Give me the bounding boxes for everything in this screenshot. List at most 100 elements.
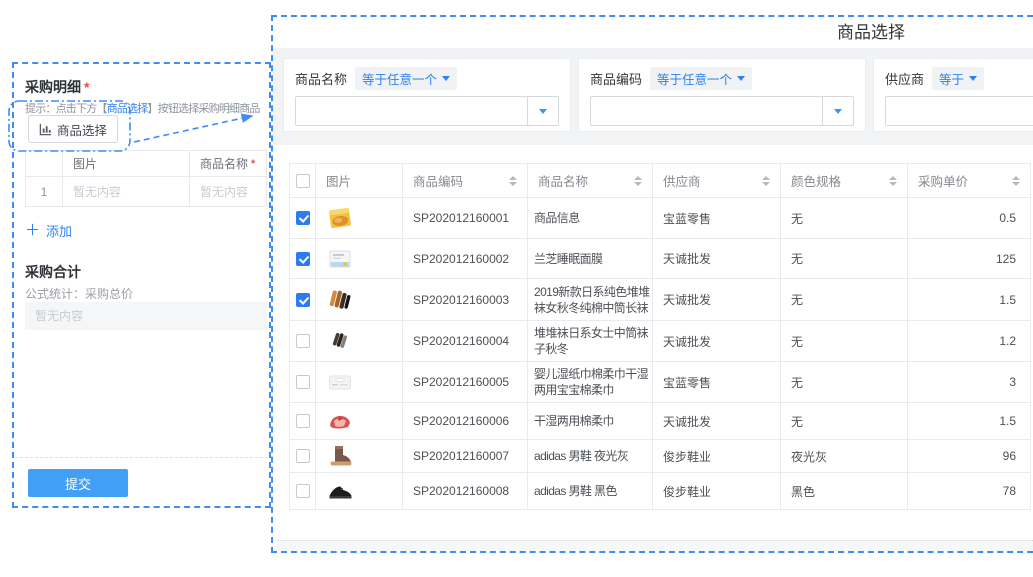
row-checkbox[interactable] <box>296 375 310 389</box>
price-cell: 3 <box>908 362 1031 403</box>
table-row[interactable]: SP202012160006干湿两用棉柔巾天诚批发无1.5 <box>290 403 1031 440</box>
column-header: 商品编码 <box>403 164 528 198</box>
purchase-total-placeholder: 暂无内容 <box>35 309 83 323</box>
spec-cell: 无 <box>781 403 908 440</box>
filter-field-label: 商品名称 <box>295 69 347 88</box>
name-cell: adidas 男鞋 黑色 <box>528 473 653 510</box>
submit-button[interactable]: 提交 <box>28 469 128 497</box>
name-cell: 兰芝睡眠面膜 <box>528 239 653 279</box>
row-checkbox[interactable] <box>296 293 310 307</box>
filter-input-dropdown-button[interactable] <box>822 97 853 125</box>
filter-operator-dropdown[interactable]: 等于任意一个 <box>650 67 752 90</box>
sort-button[interactable] <box>634 176 642 186</box>
image-cell <box>316 403 403 440</box>
sort-button[interactable] <box>889 176 897 186</box>
select-all-checkbox[interactable] <box>296 174 310 188</box>
sort-button[interactable] <box>762 176 770 186</box>
table-row[interactable]: SP202012160004堆堆袜日系女士中筒袜子秋冬天诚批发无1.2 <box>290 321 1031 362</box>
add-row-button[interactable]: ＋ 添加 <box>25 221 72 240</box>
image-cell <box>316 321 403 362</box>
product-image <box>326 204 354 232</box>
price-cell: 1.2 <box>908 321 1031 362</box>
image-cell <box>316 239 403 279</box>
code-cell: SP202012160003 <box>403 279 528 321</box>
tip-product-select-reference: 商品选择 <box>107 103 148 115</box>
filter-operator-dropdown[interactable]: 等于 <box>932 67 984 90</box>
sort-down-icon <box>889 182 897 186</box>
chevron-down-icon <box>737 76 745 81</box>
code-cell: SP202012160006 <box>403 403 528 440</box>
column-header: 商品名称 <box>528 164 653 198</box>
add-row-label: 添加 <box>46 221 72 240</box>
price-cell: 125 <box>908 239 1031 279</box>
row-checkbox[interactable] <box>296 414 310 428</box>
spec-cell: 无 <box>781 362 908 403</box>
product-image <box>326 327 354 355</box>
table-row[interactable]: SP202012160002兰芝睡眠面膜天诚批发无125 <box>290 239 1031 279</box>
purchase-detail-table: 图片 商品名称* 1 暂无内容 暂无内容 <box>25 150 267 207</box>
filter-operator-text: 等于 <box>939 69 964 88</box>
table-row[interactable]: SP202012160001商品信息宝蓝零售无0.5 <box>290 198 1031 239</box>
filter-operator-dropdown[interactable]: 等于任意一个 <box>355 67 457 90</box>
spec-cell: 无 <box>781 198 908 239</box>
image-cell <box>316 440 403 473</box>
plus-icon: ＋ <box>25 224 40 237</box>
image-column-header: 图片 <box>63 150 190 177</box>
code-cell: SP202012160001 <box>403 198 528 239</box>
sort-up-icon <box>889 176 897 180</box>
image-cell <box>316 279 403 321</box>
name-cell: 婴儿湿纸巾棉柔巾干湿两用宝宝棉柔巾 <box>528 362 653 403</box>
sort-up-icon <box>634 176 642 180</box>
filter-value-input[interactable] <box>885 96 1033 126</box>
table-row: 1 暂无内容 暂无内容 <box>25 177 267 207</box>
table-header-row: 图片商品编码商品名称供应商颜色规格采购单价 <box>290 164 1031 198</box>
column-header: 图片 <box>316 164 403 198</box>
index-column-header <box>25 150 63 177</box>
table-row[interactable]: SP2020121600032019新款日系纯色堆堆袜女秋冬纯棉中筒长袜天诚批发… <box>290 279 1031 321</box>
product-select-button-label: 商品选择 <box>57 120 107 139</box>
table-header-row: 图片 商品名称* <box>25 150 267 177</box>
supplier-cell: 宝蓝零售 <box>653 198 781 239</box>
row-checkbox[interactable] <box>296 252 310 266</box>
supplier-cell: 俊步鞋业 <box>653 473 781 510</box>
table-row[interactable]: SP202012160007adidas 男鞋 夜光灰俊步鞋业夜光灰96 <box>290 440 1031 473</box>
filter-card: 商品名称等于任意一个 <box>283 58 571 132</box>
sort-button[interactable] <box>1012 176 1020 186</box>
purchase-detail-panel: 采购明细* 提示：点击下方【商品选择】按钮选择采购明细商品 商品选择 图片 商品… <box>12 62 271 508</box>
chevron-down-icon <box>442 76 450 81</box>
formula-label: 公式统计：采购总价 <box>25 285 133 302</box>
name-cell: 商品信息 <box>528 198 653 239</box>
table-row[interactable]: SP202012160005婴儿湿纸巾棉柔巾干湿两用宝宝棉柔巾宝蓝零售无3 <box>290 362 1031 403</box>
supplier-cell: 天诚批发 <box>653 279 781 321</box>
code-cell: SP202012160007 <box>403 440 528 473</box>
image-cell <box>316 473 403 510</box>
row-checkbox[interactable] <box>296 449 310 463</box>
dialog-title: 商品选择 <box>837 17 905 48</box>
row-checkbox[interactable] <box>296 334 310 348</box>
code-cell: SP202012160008 <box>403 473 528 510</box>
footer-divider <box>15 457 268 458</box>
sort-button[interactable] <box>509 176 517 186</box>
sort-up-icon <box>762 176 770 180</box>
sort-down-icon <box>762 182 770 186</box>
price-cell: 96 <box>908 440 1031 473</box>
table-row[interactable]: SP202012160008adidas 男鞋 黑色俊步鞋业黑色78 <box>290 473 1031 510</box>
supplier-cell: 天诚批发 <box>653 403 781 440</box>
row-checkbox[interactable] <box>296 211 310 225</box>
chevron-down-icon <box>969 76 977 81</box>
filter-value-input[interactable] <box>590 96 854 126</box>
chevron-down-icon <box>539 109 547 114</box>
row-checkbox[interactable] <box>296 484 310 498</box>
product-image <box>326 368 354 396</box>
filter-value-input[interactable] <box>295 96 559 126</box>
supplier-cell: 宝蓝零售 <box>653 362 781 403</box>
product-select-button[interactable]: 商品选择 <box>28 115 118 143</box>
spec-cell: 无 <box>781 279 908 321</box>
purchase-detail-title-text: 采购明细 <box>25 79 81 95</box>
purchase-detail-title: 采购明细* <box>25 77 89 97</box>
supplier-cell: 天诚批发 <box>653 321 781 362</box>
code-cell: SP202012160004 <box>403 321 528 362</box>
filter-input-dropdown-button[interactable] <box>527 97 558 125</box>
required-asterisk: * <box>251 158 255 170</box>
filter-card: 供应商等于 <box>873 58 1033 132</box>
